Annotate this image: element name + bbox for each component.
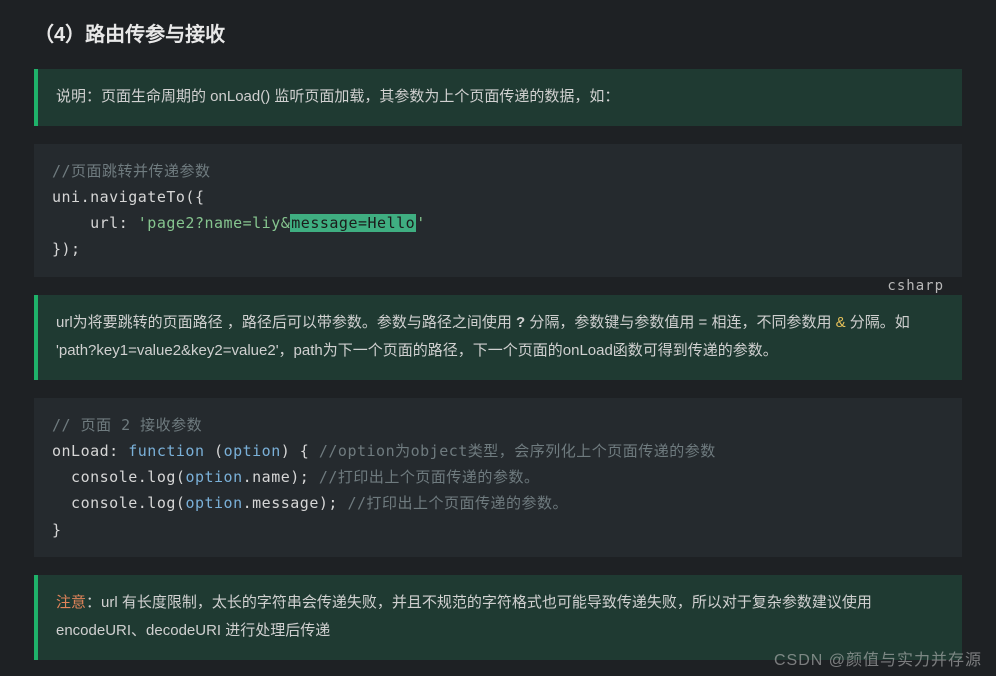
explain-text: 说明：页面生命周期的 onLoad() 监听页面加载，其参数为上个页面传递的数据… bbox=[56, 88, 619, 105]
code-string: ' bbox=[416, 214, 426, 232]
code-block-1-wrap: //页面跳转并传递参数 uni.navigateTo({ url: 'page2… bbox=[34, 144, 962, 277]
code-line: uni.navigateTo({ bbox=[52, 188, 205, 206]
code-block-2[interactable]: // 页面 2 接收参数 onLoad: function (option) {… bbox=[34, 398, 962, 557]
code-line: console.log( bbox=[52, 468, 185, 486]
code-line: } bbox=[52, 521, 62, 539]
code-param: option bbox=[224, 442, 281, 460]
code-line: onLoad: bbox=[52, 442, 128, 460]
code-block-1[interactable]: //页面跳转并传递参数 uni.navigateTo({ url: 'page2… bbox=[34, 144, 962, 277]
section-heading: （4）路由传参与接收 bbox=[34, 18, 962, 47]
warning-text: ：url 有长度限制，太长的字符串会传递失败，并且不规范的字符格式也可能导致传递… bbox=[56, 594, 872, 640]
code-param: option bbox=[185, 468, 242, 486]
code-line: }); bbox=[52, 240, 81, 258]
watermark: CSDN @颜值与实力并存源 bbox=[774, 646, 982, 670]
language-tag: csharp bbox=[887, 273, 944, 300]
code-keyword: function bbox=[128, 442, 204, 460]
explain-block-1: 说明：页面生命周期的 onLoad() 监听页面加载，其参数为上个页面传递的数据… bbox=[34, 69, 962, 126]
code-comment: //option为object类型，会序列化上个页面传递的参数 bbox=[319, 442, 716, 460]
code-string: 'page2?name=liy& bbox=[138, 214, 291, 232]
code-param: option bbox=[185, 494, 242, 512]
explain-text: url为将要跳转的页面路径 ，路径后可以带参数。参数与路径之间使用 bbox=[56, 314, 516, 331]
question-mark-icon: ? bbox=[516, 314, 525, 331]
explain-block-2: csharp url为将要跳转的页面路径 ，路径后可以带参数。参数与路径之间使用… bbox=[34, 295, 962, 380]
warning-label: 注意 bbox=[56, 594, 86, 611]
article-content: （4）路由传参与接收 说明：页面生命周期的 onLoad() 监听页面加载，其参… bbox=[0, 0, 996, 660]
code-line: .name); bbox=[243, 468, 319, 486]
explain-text: 分隔，参数键与参数值用 = 相连，不同参数用 bbox=[525, 314, 835, 331]
code-line: ) { bbox=[281, 442, 319, 460]
ampersand-icon: & bbox=[836, 314, 846, 331]
code-line: ( bbox=[205, 442, 224, 460]
code-line: url: bbox=[52, 214, 138, 232]
code-comment: //打印出上个页面传递的参数。 bbox=[347, 494, 568, 512]
code-line: .message); bbox=[243, 494, 348, 512]
code-line: console.log( bbox=[52, 494, 185, 512]
code-comment: //页面跳转并传递参数 bbox=[52, 162, 211, 180]
code-comment: //打印出上个页面传递的参数。 bbox=[319, 468, 540, 486]
code-comment: // 页面 2 接收参数 bbox=[52, 416, 202, 434]
selected-text[interactable]: message=Hello bbox=[290, 214, 416, 232]
